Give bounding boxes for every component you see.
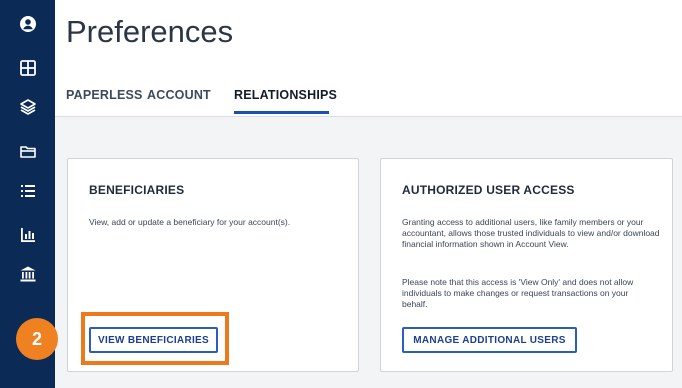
user-circle-icon[interactable] [14,13,41,35]
authorized-user-access-card: AUTHORIZED USER ACCESS Granting access t… [380,158,673,372]
grid-icon[interactable] [14,57,41,79]
tab-paperless[interactable]: PAPERLESS [66,88,143,102]
page-title: Preferences [66,14,234,49]
beneficiaries-title: BENEFICIARIES [89,183,185,197]
tab-account[interactable]: ACCOUNT [147,88,211,102]
folder-icon[interactable] [14,141,41,163]
bar-chart-icon[interactable] [14,224,41,246]
step-number-badge: 2 [16,318,58,360]
list-icon[interactable] [14,180,41,202]
authorized-access-note: Please note that this access is 'View On… [402,277,634,309]
authorized-user-access-title: AUTHORIZED USER ACCESS [402,183,575,197]
highlight-box [81,312,229,365]
authorized-access-description: Granting access to additional users, lik… [402,217,660,249]
active-tab-indicator [234,111,329,114]
tab-relationships[interactable]: RELATIONSHIPS [234,88,337,102]
beneficiaries-description: View, add or update a beneficiary for yo… [89,217,291,227]
bank-icon[interactable] [14,263,41,285]
manage-additional-users-button[interactable]: MANAGE ADDITIONAL USERS [402,327,577,353]
layers-icon[interactable] [14,96,41,118]
